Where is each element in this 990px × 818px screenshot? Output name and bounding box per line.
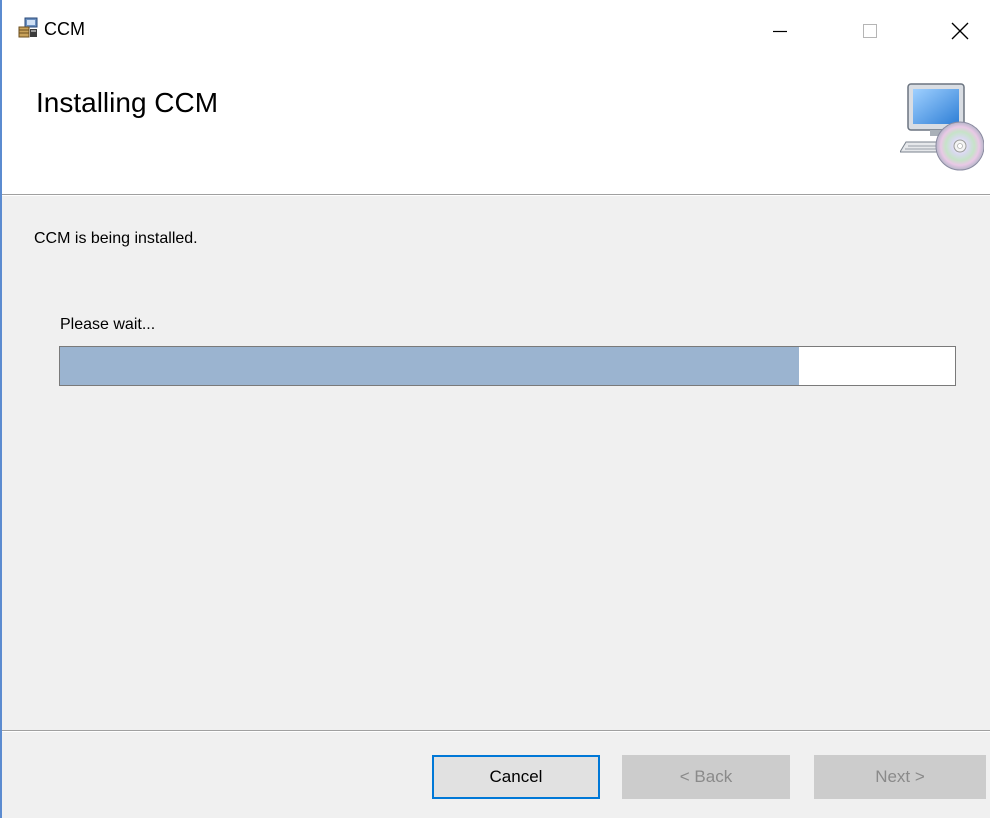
footer-divider-highlight: [2, 731, 990, 732]
installer-app-icon: [18, 17, 38, 38]
installer-window: CCM Installing CCM CCM is being installe…: [0, 0, 990, 818]
close-icon: [951, 22, 969, 40]
maximize-icon: [863, 24, 877, 38]
close-button[interactable]: [930, 0, 990, 62]
title-bar: CCM: [2, 0, 990, 64]
page-title: Installing CCM: [36, 87, 219, 118]
header-banner: Installing CCM: [2, 64, 990, 195]
next-button[interactable]: Next >: [814, 755, 986, 799]
computer-cd-icon: [900, 83, 984, 171]
please-wait-label: Please wait...: [60, 316, 156, 333]
cancel-button[interactable]: Cancel: [432, 755, 600, 799]
progress-bar-fill: [60, 347, 800, 385]
install-status-text: CCM is being installed.: [34, 230, 198, 247]
install-progress-bar: [59, 346, 956, 386]
maximize-button[interactable]: [840, 0, 900, 62]
window-title: CCM: [44, 19, 85, 39]
minimize-button[interactable]: [750, 0, 810, 62]
banner-divider: [2, 195, 990, 196]
back-button[interactable]: < Back: [622, 755, 790, 799]
minimize-icon: [773, 30, 787, 33]
